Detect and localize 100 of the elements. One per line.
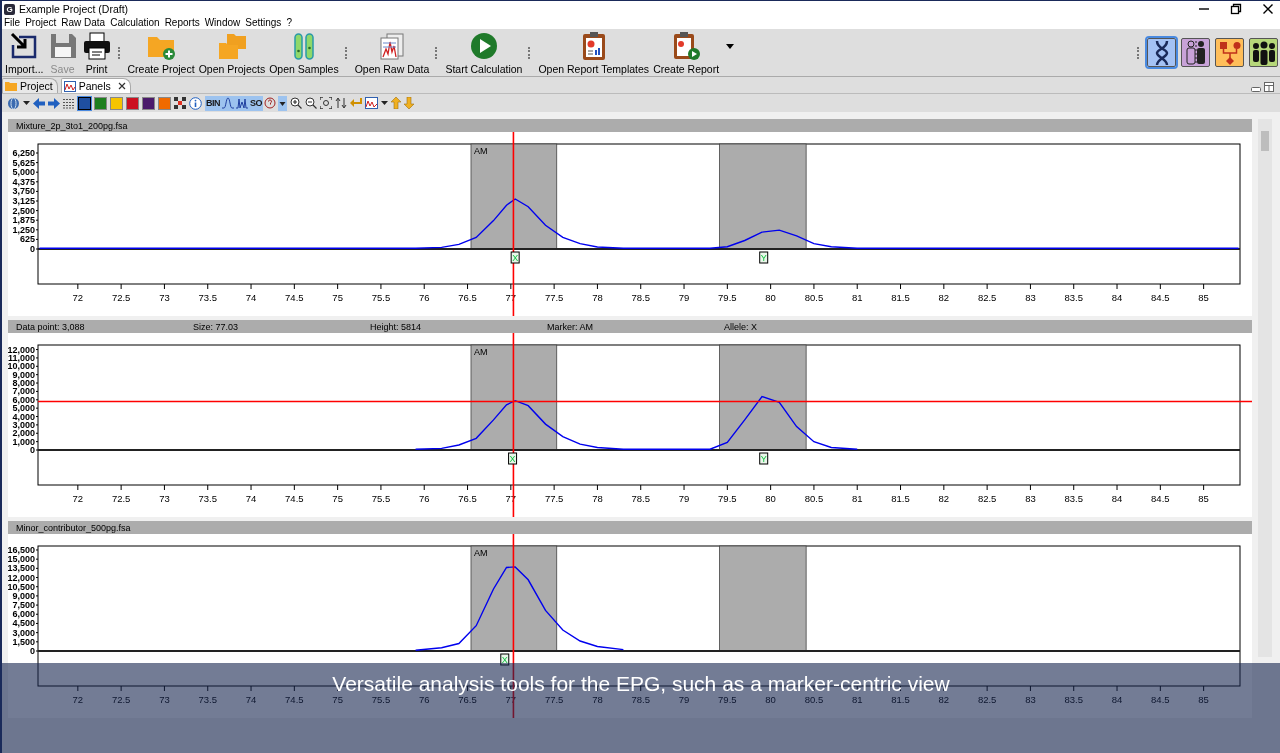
x-tick-label: 79 (678, 493, 690, 504)
x-tick: 84 (1111, 685, 1123, 705)
x-tick-label: 73 (159, 493, 170, 504)
y-tick: 13,500 (8, 563, 39, 574)
x-tick-label: 80 (765, 694, 776, 705)
x-tick: 84 (1111, 484, 1123, 504)
y-tick: 3,000 (12, 627, 39, 638)
file-name: Minor_contributor_500pg.fsa (16, 522, 131, 533)
x-tick: 72.5 (111, 283, 131, 303)
y-tick: 0 (30, 244, 39, 254)
x-tick: 78.5 (631, 484, 650, 504)
bin-label: AM (474, 146, 488, 156)
y-tick: 9,000 (12, 369, 39, 380)
x-tick-label: 78.5 (631, 292, 650, 303)
x-tick-label: 85 (1198, 694, 1209, 705)
x-tick-label: 83.5 (1064, 694, 1083, 705)
x-tick-label: 76 (418, 493, 430, 504)
y-tick-label: 625 (19, 234, 35, 245)
bin-label: AM (474, 347, 488, 357)
info-field: Allele: X (724, 321, 901, 332)
y-tick: 12,000 (8, 344, 39, 355)
window-title: Example Project (Draft) (19, 3, 129, 15)
x-tick-label: 73.5 (198, 694, 217, 705)
y-tick-label: 11,000 (7, 352, 35, 363)
x-tick: 73 (159, 283, 170, 303)
y-tick: 11,000 (8, 352, 39, 363)
x-tick: 78 (592, 484, 603, 504)
x-tick-label: 78 (592, 292, 603, 303)
y-tick: 5,625 (12, 157, 39, 168)
y-tick-label: 0 (29, 244, 35, 254)
x-tick-label: 83.5 (1064, 292, 1083, 303)
x-tick: 81.5 (891, 283, 910, 303)
y-tick: 3,000 (12, 419, 39, 430)
x-tick-label: 72.5 (111, 694, 131, 705)
x-tick: 84.5 (1151, 484, 1170, 504)
x-tick: 79.5 (718, 283, 737, 303)
x-tick: 84.5 (1151, 283, 1170, 303)
y-tick: 1,250 (12, 224, 39, 235)
x-tick: 74 (245, 484, 257, 504)
y-tick: 15,000 (8, 554, 39, 565)
y-tick: 0 (30, 445, 39, 455)
x-tick-label: 82.5 (977, 493, 997, 504)
x-tick-label: 75 (332, 694, 343, 705)
x-tick-label: 76.5 (458, 694, 477, 705)
x-tick-label: 80.5 (804, 292, 824, 303)
x-tick-label: 82 (938, 292, 950, 303)
x-tick: 85 (1198, 484, 1209, 504)
x-tick: 78 (592, 283, 603, 303)
y-tick: 0 (30, 646, 39, 656)
x-tick-label: 81.5 (891, 292, 910, 303)
x-tick: 83.5 (1064, 685, 1083, 705)
x-tick: 74.5 (285, 283, 304, 303)
x-tick-label: 79.5 (718, 493, 737, 504)
x-tick-label: 74.5 (285, 694, 304, 705)
x-tick: 79.5 (718, 484, 737, 504)
x-tick-label: 81.5 (891, 694, 910, 705)
x-tick-label: 79.5 (718, 694, 737, 705)
x-tick-label: 84 (1111, 292, 1123, 303)
y-tick: 6,000 (12, 609, 39, 620)
x-tick: 73 (159, 685, 170, 705)
x-tick-label: 81 (851, 493, 863, 504)
y-tick: 7,500 (12, 600, 39, 611)
file-name: Mixture_2p_3to1_200pg.fsa (16, 120, 128, 131)
x-tick-label: 82 (938, 493, 950, 504)
x-tick-label: 82 (938, 694, 950, 705)
y-tick: 1,875 (12, 215, 39, 226)
x-tick: 75.5 (371, 283, 391, 303)
x-tick: 74 (245, 685, 257, 705)
x-tick-label: 72.5 (111, 292, 131, 303)
y-tick: 4,500 (12, 618, 39, 629)
x-tick-label: 76.5 (458, 493, 477, 504)
y-tick: 6,000 (12, 394, 39, 405)
y-tick: 3,750 (12, 186, 39, 197)
x-tick-label: 72 (72, 694, 84, 705)
x-tick: 79 (678, 283, 690, 303)
x-tick-label: 74 (245, 694, 257, 705)
x-tick-label: 85 (1198, 292, 1209, 303)
x-tick: 80 (765, 283, 776, 303)
x-tick: 83 (1025, 685, 1036, 705)
x-tick-label: 80.5 (804, 694, 824, 705)
x-tick-label: 75.5 (371, 694, 391, 705)
x-tick: 77.5 (544, 283, 564, 303)
x-tick-label: 73.5 (198, 292, 217, 303)
x-tick: 76 (418, 484, 430, 504)
info-field: Size: 77.03 (193, 321, 370, 332)
x-tick: 78.5 (631, 283, 650, 303)
y-tick: 10,500 (8, 581, 39, 592)
y-tick-label: 13,500 (7, 563, 35, 574)
x-tick: 75 (332, 283, 343, 303)
x-tick-label: 84 (1111, 694, 1123, 705)
y-tick: 3,125 (12, 196, 39, 206)
x-tick-label: 80 (765, 493, 776, 504)
y-tick: 625 (19, 234, 39, 245)
y-tick: 16,500 (8, 545, 39, 555)
x-tick: 83.5 (1064, 484, 1083, 504)
x-tick-label: 75.5 (371, 493, 391, 504)
x-tick: 82 (938, 484, 950, 504)
x-tick-label: 73 (159, 694, 170, 705)
x-tick: 73.5 (198, 283, 217, 303)
y-tick: 1,000 (12, 436, 39, 447)
